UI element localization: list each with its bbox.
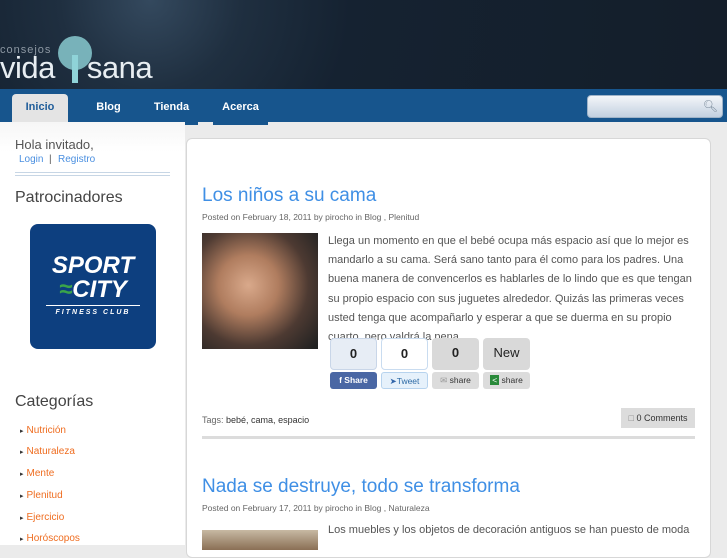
category-link[interactable]: ▸ Naturaleza: [20, 446, 75, 457]
sponsor-line2: CITY: [72, 276, 127, 303]
tag-links[interactable]: bebé, cama, espacio: [226, 415, 309, 425]
post-title[interactable]: Nada se destruye, todo se transforma: [202, 476, 520, 498]
post-meta: Posted on February 18, 2011 by pirocho i…: [202, 212, 420, 222]
post-excerpt: Los muebles y los objetos de decoración …: [328, 524, 690, 536]
post-thumbnail[interactable]: [202, 233, 318, 349]
tab-tienda[interactable]: Tienda: [145, 94, 198, 122]
post-title[interactable]: Los niños a su cama: [202, 185, 376, 207]
logo-word-vida: vida: [0, 50, 55, 85]
sponsors-heading: Patrocinadores: [15, 189, 123, 206]
tweet-button[interactable]: 0 ➤Tweet: [381, 338, 428, 389]
categories-heading: Categorías: [15, 393, 94, 410]
share-button[interactable]: New < share: [483, 338, 530, 389]
email-share-button[interactable]: 0 ✉ share: [432, 338, 479, 389]
sponsor-line3: FITNESS CLUB: [46, 305, 140, 316]
facebook-share-button[interactable]: 0f Share: [330, 338, 377, 389]
mail-icon: ✉: [440, 375, 450, 385]
twitter-icon: ➤: [389, 376, 397, 386]
logo[interactable]: vida sana: [0, 50, 153, 86]
login-link[interactable]: Login: [19, 154, 43, 165]
post-excerpt: Llega un momento en que el bebé ocupa má…: [328, 235, 692, 344]
tab-blog[interactable]: Blog: [87, 94, 130, 122]
share-icon: <: [490, 375, 500, 385]
register-link[interactable]: Registro: [58, 154, 95, 165]
post-divider: [202, 436, 695, 439]
tab-inicio[interactable]: Inicio: [12, 94, 68, 122]
post-meta: Posted on February 17, 2011 by pirocho i…: [202, 503, 430, 513]
category-link[interactable]: ▸ Mente: [20, 468, 54, 479]
post-tags: Tags: bebé, cama, espacio: [202, 415, 310, 425]
search-input[interactable]: 🔍︎: [587, 95, 723, 118]
greeting: Hola invitado,: [15, 137, 94, 152]
category-link[interactable]: ▸ Plenitud: [20, 490, 63, 501]
comments-link[interactable]: □ 0 Comments: [621, 408, 695, 428]
tab-acerca[interactable]: Acerca: [213, 94, 268, 122]
post-thumbnail[interactable]: [202, 530, 318, 550]
sponsor-line1: SPORT: [51, 252, 135, 279]
divider: [15, 172, 170, 176]
category-link[interactable]: ▸ Horóscopos: [20, 533, 80, 544]
category-link[interactable]: ▸ Nutrición: [20, 425, 66, 436]
separator: |: [49, 154, 52, 165]
category-link[interactable]: ▸ Ejercicio: [20, 512, 64, 523]
logo-word-sana: sana: [86, 50, 153, 85]
sponsor-logo[interactable]: SPORT ≈CITY FITNESS CLUB: [30, 224, 156, 349]
search-icon[interactable]: 🔍︎: [703, 99, 718, 113]
